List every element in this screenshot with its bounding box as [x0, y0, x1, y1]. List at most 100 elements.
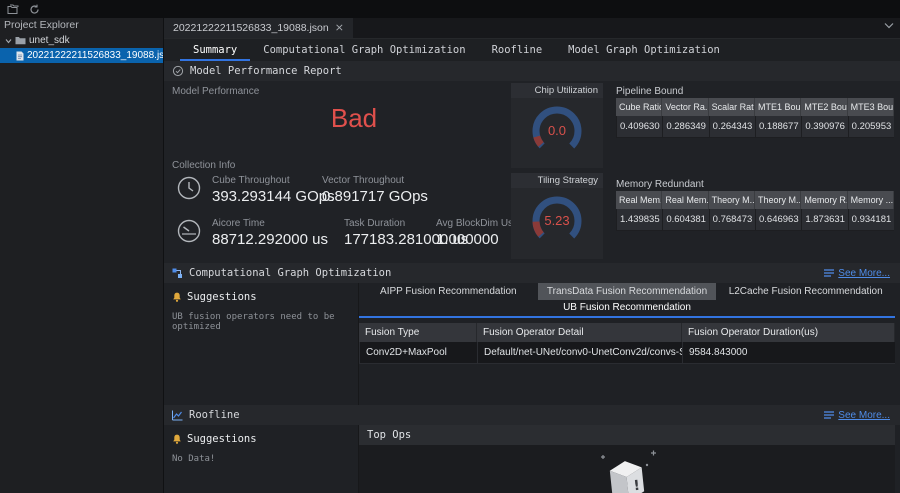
roofline-section-header: Roofline See More... — [164, 405, 900, 425]
editor-tabbar: 20221222211526833_19088.json ⨯ — [164, 18, 900, 39]
table-cell: 1.439835 — [616, 209, 663, 231]
list-icon — [824, 411, 835, 419]
performance-rating: Bad — [330, 103, 378, 133]
table-cell: 0.188677 — [754, 116, 802, 138]
graph-opt-section-header: Computational Graph Optimization See Mor… — [164, 263, 900, 283]
table-cell: 0.205953 — [847, 116, 894, 138]
editor-tab[interactable]: 20221222211526833_19088.json ⨯ — [164, 18, 353, 38]
column-header: Cube Ratio — [616, 98, 663, 116]
report-icon — [172, 65, 184, 77]
tab-summary[interactable]: Summary — [180, 39, 251, 61]
project-explorer: Project Explorer unet_sdk 20221222211526… — [0, 18, 164, 493]
vector-throughput-value: 0.891717 GOps — [322, 188, 428, 205]
top-ops-panel: Top Ops ! — [359, 425, 895, 493]
clock-icon — [176, 175, 202, 201]
suggestion-text: No Data! — [172, 454, 216, 464]
cube-throughput-value: 393.293144 GOps — [212, 188, 335, 205]
chip-utilization-panel: Chip Utilization 0.0 — [511, 83, 603, 168]
graph-opt-suggestions: Suggestions UB fusion operators need to … — [164, 283, 359, 405]
speedometer-icon — [176, 218, 202, 244]
top-ops-title: Top Ops — [359, 425, 895, 445]
column-header: Fusion Type — [359, 323, 477, 342]
chevron-down-icon[interactable] — [5, 38, 12, 44]
bell-icon — [172, 434, 182, 445]
memory-redundant-table: Real Mem... Real Mem... Theory M... Theo… — [616, 191, 894, 231]
tiling-strategy-label: Tiling Strategy — [511, 173, 603, 188]
open-project-icon[interactable] — [7, 4, 19, 15]
roofline-title: Roofline — [189, 409, 240, 421]
column-header: Theory M... — [708, 191, 755, 209]
avg-blockdim-value: 1.000000 — [436, 231, 499, 248]
task-duration-label: Task Duration — [344, 218, 406, 229]
column-header: Theory M... — [754, 191, 802, 209]
chip-utilization-gauge: 0.0 — [511, 98, 603, 162]
tab-list-dropdown-icon[interactable] — [884, 22, 894, 29]
fusion-detail-cell: Default/net-UNet/conv0-UnetConv2d/convs-… — [477, 342, 682, 364]
vector-throughput-label: Vector Throughout — [322, 175, 405, 186]
column-header: Real Mem... — [662, 191, 709, 209]
fusion-recommendation-area: AIPP Fusion Recommendation TransData Fus… — [359, 283, 900, 405]
suggestion-text: UB fusion operators need to be optimized — [172, 312, 335, 332]
column-header: Fusion Operator Detail — [477, 323, 682, 342]
table-cell: 0.646963 — [754, 209, 802, 231]
column-header: MTE2 Bou... — [801, 98, 848, 116]
table-cell: 0.264343 — [708, 116, 755, 138]
roofline-icon — [172, 410, 183, 421]
chip-utilization-label: Chip Utilization — [511, 83, 603, 98]
column-header: Scalar Ratio — [708, 98, 755, 116]
table-cell: 0.934181 — [847, 209, 894, 231]
top-ops-empty-state: ! — [359, 445, 895, 493]
cube-throughput-label: Cube Throughout — [212, 175, 290, 186]
suggestions-label: Suggestions — [187, 433, 257, 445]
tab-ub-fusion-active[interactable]: UB Fusion Recommendation — [359, 300, 895, 318]
fusion-rec-tabs: AIPP Fusion Recommendation TransData Fus… — [359, 283, 895, 300]
roofline-body: Suggestions No Data! Top Ops ! — [164, 425, 900, 493]
fusion-duration-link[interactable]: 9584.843000 — [682, 342, 895, 364]
tab-aipp-fusion[interactable]: AIPP Fusion Recommendation — [359, 283, 538, 300]
close-icon[interactable]: ⨯ — [335, 22, 344, 34]
graph-opt-body: Suggestions UB fusion operators need to … — [164, 283, 900, 405]
table-cell: 0.409630 — [616, 116, 663, 138]
list-icon — [824, 269, 835, 277]
table-cell: 1.873631 — [801, 209, 848, 231]
pipeline-bound-title: Pipeline Bound — [616, 86, 684, 97]
window-toolbar — [0, 0, 900, 18]
tree-folder-unet-sdk[interactable]: unet_sdk — [0, 33, 163, 48]
tab-computational-graph-optimization[interactable]: Computational Graph Optimization — [250, 39, 478, 61]
report-body: Model Performance Bad Collection Info Cu… — [164, 81, 900, 263]
chip-utilization-value: 0.0 — [547, 123, 567, 138]
column-header: Memory ... — [847, 191, 894, 209]
tree-file-label: 20221222211526833_19088.json — [27, 50, 163, 61]
column-header: Real Mem... — [616, 191, 663, 209]
pipeline-bound-table: Cube Ratio Vector Ra... Scalar Ratio MTE… — [616, 98, 894, 138]
roofline-see-more-link[interactable]: See More... — [824, 410, 892, 421]
column-header: Memory R... — [801, 191, 848, 209]
fusion-type-cell: Conv2D+MaxPool — [359, 342, 477, 364]
table-cell: 0.390976 — [801, 116, 848, 138]
tab-transdata-fusion[interactable]: TransData Fusion Recommendation — [537, 283, 717, 300]
refresh-icon[interactable] — [29, 4, 40, 15]
tab-model-graph-optimization[interactable]: Model Graph Optimization — [555, 39, 733, 61]
tree-file-selected[interactable]: 20221222211526833_19088.json — [0, 48, 163, 63]
bell-icon — [172, 292, 182, 303]
graph-opt-see-more-link[interactable]: See More... — [824, 268, 892, 279]
tab-l2cache-fusion[interactable]: L2Cache Fusion Recommendation — [716, 283, 895, 300]
graph-opt-icon — [172, 268, 183, 279]
column-header: MTE3 Bou... — [847, 98, 894, 116]
aicore-time-label: Aicore Time — [212, 218, 265, 229]
tab-roofline[interactable]: Roofline — [479, 39, 556, 61]
column-header: Vector Ra... — [662, 98, 709, 116]
table-cell: 0.768473 — [708, 209, 755, 231]
folder-icon — [15, 36, 26, 45]
roofline-suggestions: Suggestions No Data! — [164, 425, 359, 493]
collection-info-label: Collection Info — [172, 160, 236, 171]
tree-folder-label: unet_sdk — [29, 35, 70, 46]
table-cell: 0.604381 — [662, 209, 709, 231]
model-performance-label: Model Performance — [172, 86, 260, 97]
aicore-time-value: 88712.292000 us — [212, 231, 328, 248]
table-cell: 0.286349 — [662, 116, 709, 138]
empty-box-illustration: ! — [591, 449, 663, 493]
memory-redundant-title: Memory Redundant — [616, 179, 704, 190]
tiling-strategy-panel: Tiling Strategy 5.23 — [511, 173, 603, 259]
report-nav-tabs: Summary Computational Graph Optimization… — [164, 39, 900, 61]
